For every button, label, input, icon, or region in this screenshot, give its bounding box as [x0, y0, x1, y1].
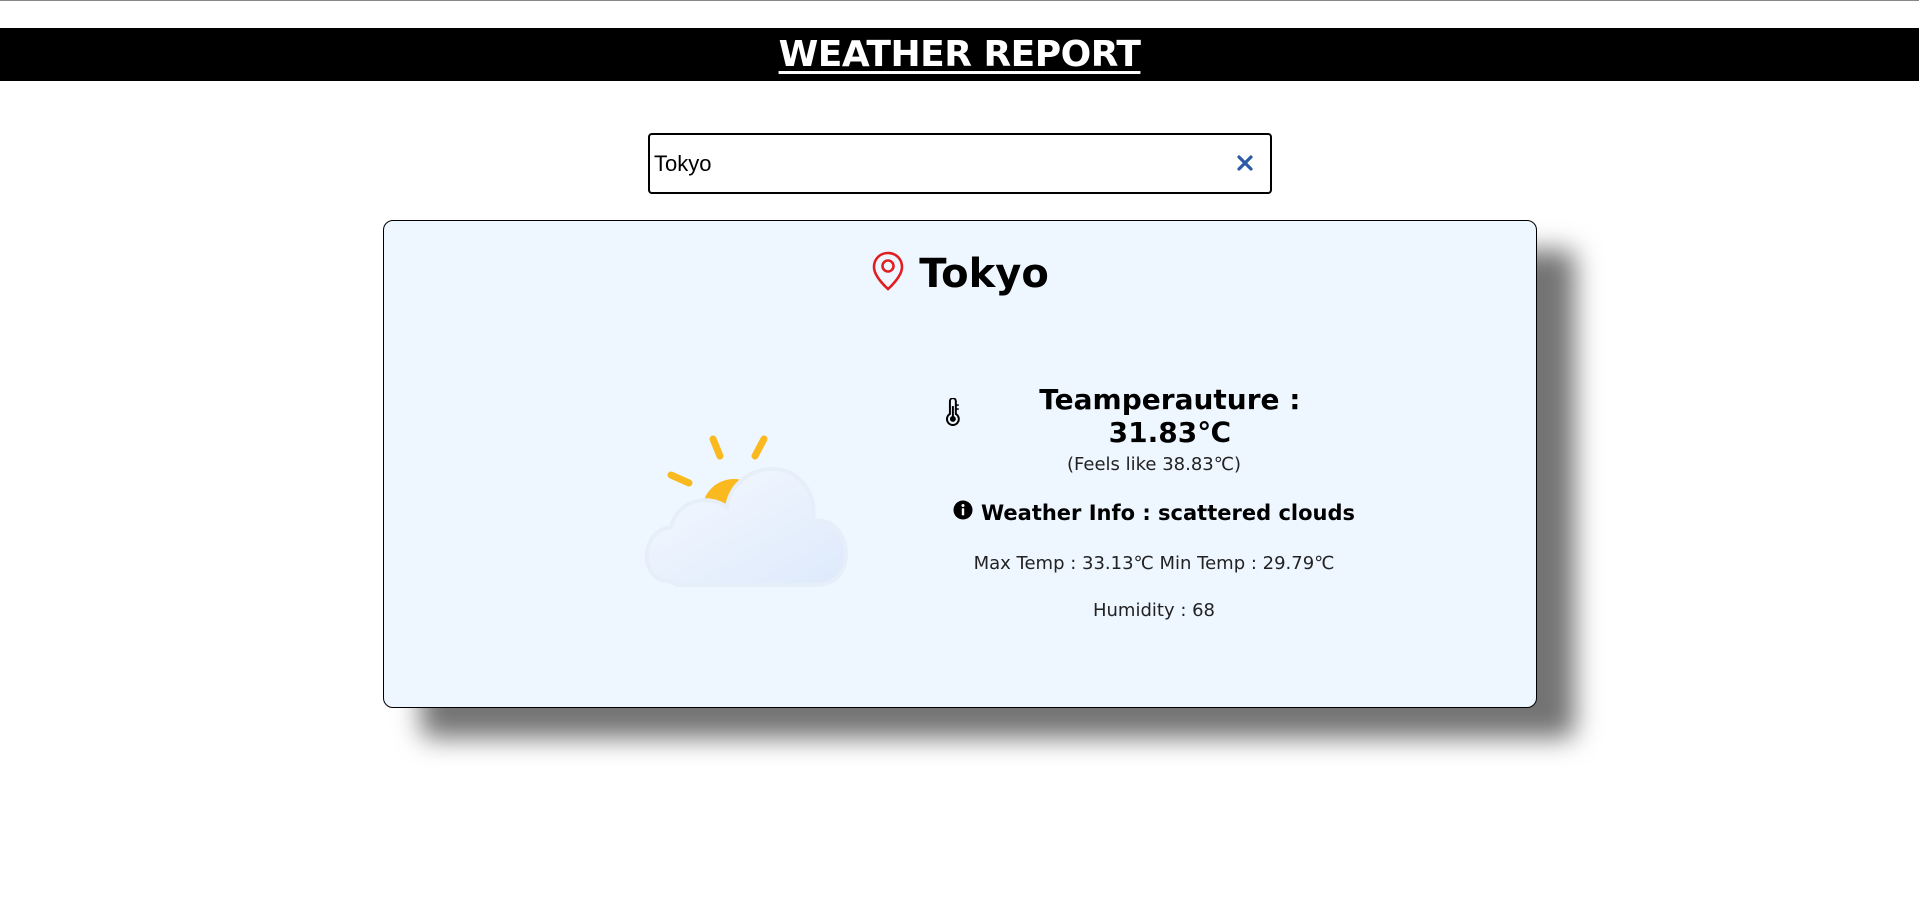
city-heading: Tokyo [384, 251, 1536, 297]
info-icon [953, 500, 973, 520]
top-divider [0, 0, 1919, 1]
feels-like: (Feels like 38.83℃) [1067, 454, 1241, 475]
temperature-row: Teamperauture : 31.83℃ [944, 383, 1364, 449]
weather-description: Weather Info : scattered clouds [980, 501, 1355, 525]
page-title: WEATHER REPORT [778, 34, 1141, 75]
city-name: Tokyo [919, 251, 1049, 297]
humidity: Humidity : 68 [1092, 600, 1216, 621]
temperature-value: Teamperauture : 31.83℃ [1039, 383, 1301, 449]
header-bar: WEATHER REPORT [0, 28, 1919, 81]
close-icon[interactable] [1234, 152, 1256, 174]
search-box [648, 133, 1272, 194]
weather-info-row: Weather Info : scattered clouds [944, 500, 1364, 525]
max-min-temp: Max Temp : 33.13℃ Min Temp : 29.79℃ [973, 553, 1335, 574]
partly-cloudy-icon [644, 435, 848, 587]
map-pin-icon [872, 251, 904, 291]
thermometer-icon [945, 398, 960, 426]
search-input[interactable] [654, 135, 1214, 192]
weather-card: Tokyo Teamperauture : 31.83℃ (Feels like… [383, 220, 1537, 708]
weather-details: Teamperauture : 31.83℃ (Feels like 38.83… [944, 383, 1364, 621]
